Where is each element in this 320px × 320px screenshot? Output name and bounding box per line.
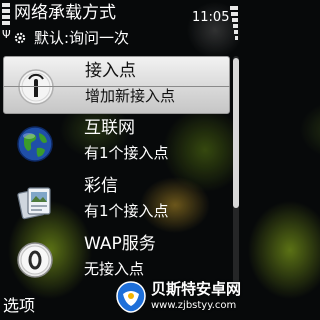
list-item-title: 互联网 <box>84 118 135 138</box>
globe-icon <box>17 126 53 162</box>
watermark: 贝斯特安卓网 www.zjbstyy.com <box>114 276 242 318</box>
gear-icon <box>14 32 26 44</box>
mms-icon <box>17 187 51 220</box>
options-softkey[interactable]: 选项 <box>3 296 35 316</box>
scrollbar[interactable] <box>233 56 239 292</box>
list-item-subtitle: 增加新接入点 <box>85 87 176 105</box>
antenna-icon: Ψ <box>2 28 11 41</box>
list-item-internet[interactable]: 互联网 有1个接入点 <box>0 114 230 172</box>
scrollbar-thumb[interactable] <box>233 58 239 208</box>
list-item-title: WAP服务 <box>84 234 156 254</box>
list-item-title: 接入点 <box>85 61 136 81</box>
page-title: 网络承载方式 <box>14 3 116 23</box>
connection-list: 接入点 增加新接入点 互联网 有1个接入点 彩信 有1个接入点 WAP服务 无接… <box>0 56 232 288</box>
page-subtitle: 默认:询问一次 <box>34 29 130 47</box>
watermark-url: www.zjbstyy.com <box>151 300 237 311</box>
watermark-logo-icon <box>116 281 146 313</box>
list-item-access-points[interactable]: 接入点 增加新接入点 <box>3 56 230 114</box>
default-setting-row: 默认:询问一次 <box>14 28 129 48</box>
watermark-name: 贝斯特安卓网 <box>151 280 242 298</box>
list-item-subtitle: 有1个接入点 <box>84 202 169 220</box>
clock: 11:05 <box>192 10 230 25</box>
title-bar: Ψ 网络承载方式 默认:询问一次 11:05 <box>0 0 240 50</box>
list-item-mms[interactable]: 彩信 有1个接入点 <box>0 172 230 230</box>
access-point-icon <box>18 69 54 105</box>
list-item-title: 彩信 <box>84 176 118 196</box>
wap-zero-icon <box>17 242 53 278</box>
list-item-subtitle: 有1个接入点 <box>84 144 169 162</box>
battery-bars-icon <box>230 6 238 50</box>
